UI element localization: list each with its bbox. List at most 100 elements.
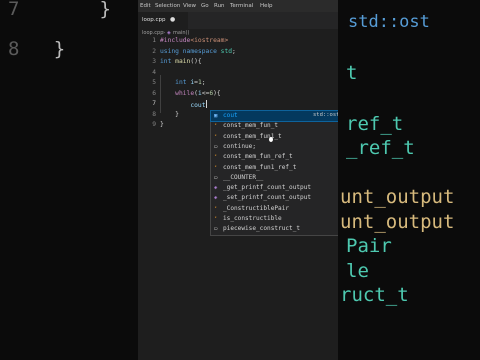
suggestion-label: is_constructible — [223, 215, 282, 222]
menu-edit[interactable]: Edit — [140, 3, 151, 9]
code-token: cout — [190, 102, 206, 109]
background-left-code: 7 } 8 } — [0, 0, 138, 360]
suggestion-item[interactable]: ▭ piecewise_construct_t — [211, 224, 338, 234]
suggestion-item[interactable]: ᵋ _ConstructiblePair — [211, 204, 338, 214]
code-line[interactable]: 1 #include<iostream> — [138, 37, 338, 47]
menu-run[interactable]: Run — [214, 3, 225, 9]
line-source: using namespace std; — [160, 48, 240, 55]
menu-go[interactable]: Go — [201, 3, 209, 9]
code-token: std — [220, 47, 233, 55]
suggestion-item[interactable]: ▭ __COUNTER__ — [211, 173, 338, 183]
suggestion-item[interactable]: ◈ _set_printf_count_output — [211, 193, 338, 203]
code-token: int — [160, 58, 176, 65]
suggestion-item[interactable]: ᵋ const_mem_fun1_t — [211, 132, 338, 142]
suggestion-widget: ▣ cout std::ost ᵋ const_mem_fun_t ᵋ const_mem_… — [210, 109, 338, 236]
tab-bar: loop.cpp ● — [138, 12, 338, 29]
breadcrumb-separator: › — [163, 30, 165, 36]
suggestion-label: _ConstructiblePair — [223, 204, 290, 212]
constant-icon: ▭ — [214, 174, 218, 181]
code-token: { — [216, 89, 221, 97]
line-number: 4 — [152, 68, 156, 76]
bg-right-3: _ref_t — [346, 137, 415, 159]
line-number: 3 — [152, 58, 156, 65]
breadcrumb-file[interactable]: loop.cpp — [142, 30, 163, 36]
bg-right-8: le — [346, 260, 369, 282]
bg-right-5: unt_output — [340, 186, 455, 208]
code-line[interactable]: 7 cout — [138, 100, 338, 110]
suggestion-label: const_mem_fun1_ref_t — [223, 163, 297, 171]
unsaved-dot-icon[interactable]: ● — [170, 16, 175, 23]
indent-guide — [160, 75, 161, 113]
code-token: while — [175, 89, 195, 97]
code-line[interactable]: 6 while(i<=6){ — [138, 90, 338, 100]
code-token: main — [175, 58, 191, 65]
line-number: 1 — [152, 37, 156, 44]
code-token: <iostream> — [190, 37, 229, 44]
suggestion-item[interactable]: ◈ _get_printf_count_output — [211, 183, 338, 193]
class-icon: ᵋ — [214, 123, 218, 130]
suggestion-item[interactable]: ᵋ const_mem_fun_t — [211, 121, 338, 131]
line-source: #include<iostream> — [160, 37, 228, 44]
snippet-icon: ▭ — [214, 226, 218, 233]
text-caret — [205, 100, 207, 108]
suggestion-item[interactable]: ▣ cout std::ost — [210, 109, 338, 123]
class-icon: ᵋ — [214, 164, 218, 171]
line-source: int main(){ — [160, 58, 202, 65]
code-token: } — [160, 121, 164, 128]
menu-help[interactable]: Help — [260, 3, 273, 9]
suggestion-label: continue; — [223, 142, 257, 150]
line-number: 2 — [152, 47, 156, 55]
bg-right-6: unt_output — [340, 211, 455, 233]
class-icon: ᵋ — [214, 133, 218, 140]
line-source: } — [160, 121, 164, 128]
code-token: } — [175, 110, 179, 118]
line-source: cout — [160, 100, 207, 109]
function-icon: ◈ — [214, 185, 218, 192]
line-number: 7 — [152, 100, 156, 107]
class-icon: ᵋ — [214, 205, 218, 212]
code-token: ; — [232, 47, 240, 55]
breadcrumb-symbol[interactable]: main() — [173, 30, 189, 36]
code-token: (){ — [190, 58, 202, 65]
background-right-code: std::ost t ref_t _ref_t unt_output unt_o… — [338, 0, 480, 360]
bg-right-0: std::ost — [348, 12, 430, 32]
function-icon: ◈ — [214, 195, 218, 202]
bg-right-2: ref_t — [346, 113, 404, 135]
line-source: while(i<=6){ — [160, 90, 221, 97]
suggestion-item[interactable]: ᵋ const_mem_fun_ref_t — [211, 152, 338, 162]
suggestion-item[interactable]: ᵋ const_mem_fun1_ref_t — [211, 163, 338, 173]
suggestion-label: _set_printf_count_output — [223, 194, 312, 202]
code-line[interactable]: 2 using namespace std; — [138, 48, 338, 58]
code-editor-window: Edit Selection View Go Run Terminal Help… — [138, 0, 338, 360]
line-source: } — [160, 111, 179, 118]
function-icon: ◈ — [167, 30, 171, 36]
suggestion-item[interactable]: ᵋ is_constructible — [211, 214, 338, 224]
suggestion-item[interactable]: ▭ continue; — [211, 142, 338, 152]
suggestion-detail: std::ost — [313, 112, 338, 118]
variable-icon: ▣ — [214, 113, 218, 119]
suggestion-label: cout — [223, 112, 238, 119]
bg-right-1: t — [346, 62, 358, 84]
line-number: 5 — [152, 79, 156, 86]
suggestion-label: piecewise_construct_t — [223, 225, 301, 233]
menu-terminal[interactable]: Terminal — [230, 3, 253, 9]
code-token: ; — [201, 79, 206, 86]
suggestion-label: __COUNTER__ — [223, 173, 264, 181]
class-icon: ᵋ — [214, 216, 218, 222]
suggestion-label: const_mem_fun_t — [223, 122, 279, 130]
bg-line-8: 8 } — [8, 38, 66, 60]
tab-loop-cpp[interactable]: loop.cpp ● — [138, 12, 188, 29]
code-line[interactable]: 5 int i=1; — [138, 79, 338, 89]
menu-selection[interactable]: Selection — [155, 3, 180, 9]
code-line[interactable]: 3 int main(){ — [138, 58, 338, 68]
code-line[interactable]: 4 — [138, 69, 338, 79]
menu-bar: Edit Selection View Go Run Terminal Help — [138, 0, 338, 12]
menu-view[interactable]: View — [183, 3, 196, 9]
suggestion-label: _get_printf_count_output — [223, 184, 312, 192]
suggestion-label: const_mem_fun_ref_t — [223, 153, 293, 161]
line-number: 9 — [152, 121, 156, 128]
bg-line-7: 7 } — [8, 0, 111, 20]
